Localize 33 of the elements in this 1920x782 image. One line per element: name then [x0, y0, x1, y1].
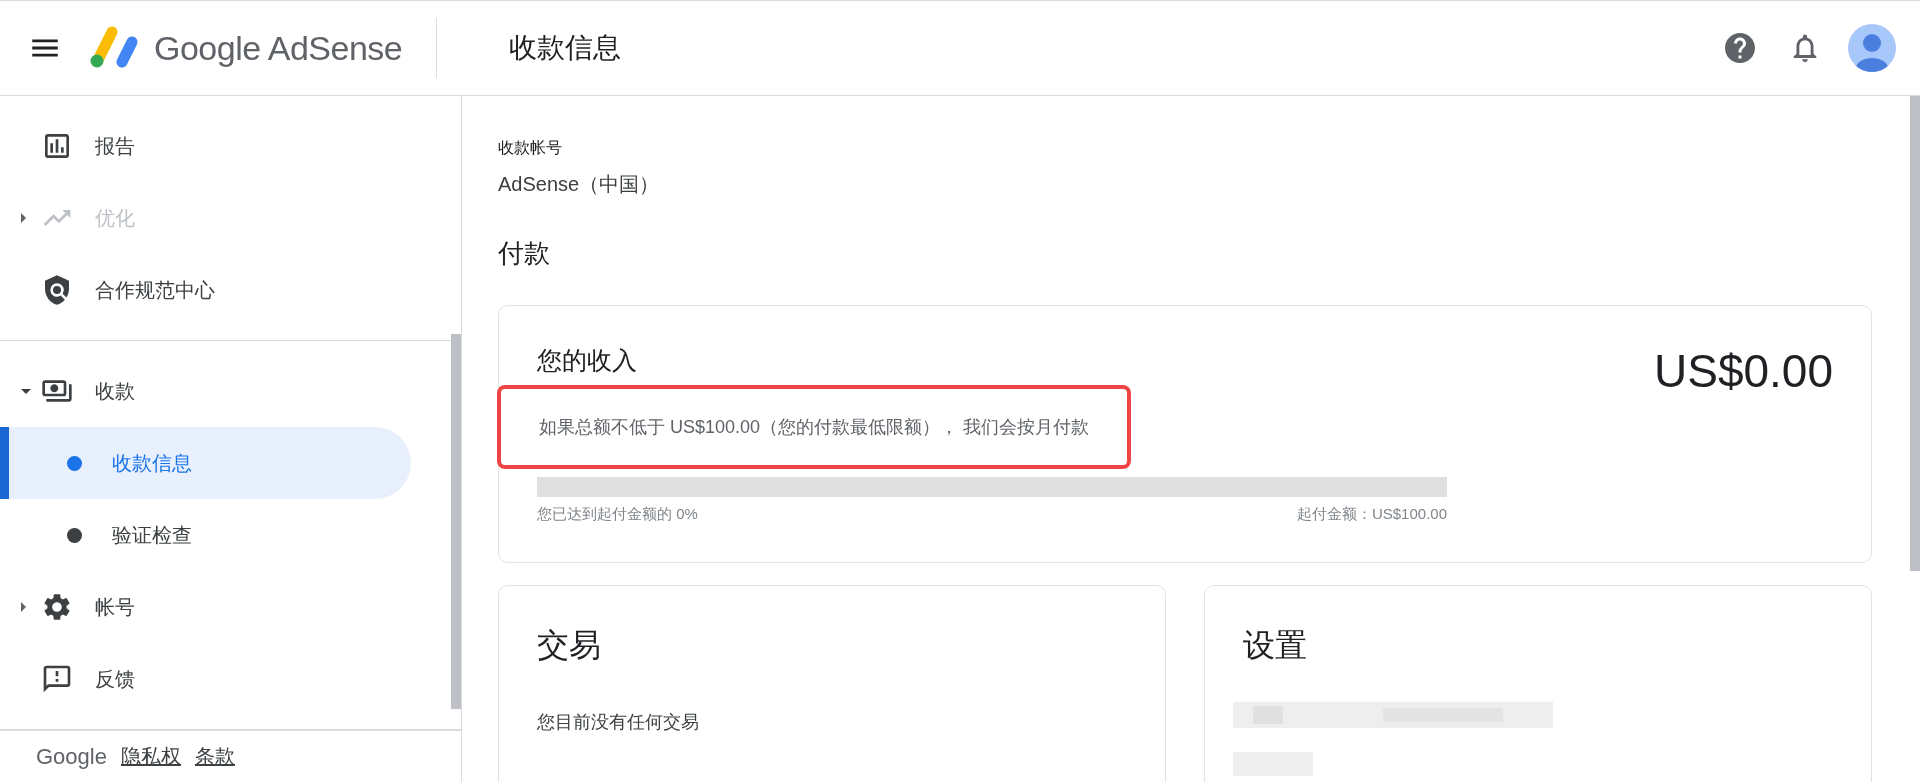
caret-icon	[21, 602, 26, 613]
sidebar-item[interactable]: 收款	[0, 355, 411, 428]
scrollbar-thumb[interactable]	[451, 334, 461, 709]
payment-description: 如果总额不低于 US$100.00（您的付款最低限额）， 我们会按月付款	[497, 385, 1132, 469]
google-wordmark: Google	[36, 743, 107, 770]
help-button[interactable]	[1722, 30, 1758, 66]
threshold-label: 起付金额：US$100.00	[1296, 505, 1447, 524]
progress-label: 您已达到起付金额的 0%	[537, 505, 698, 524]
section-heading: 付款	[498, 237, 551, 270]
account-value: AdSense（中国）	[498, 172, 661, 197]
card-title: 交易	[537, 626, 602, 665]
card-title: 您的收入	[537, 345, 638, 376]
earnings-amount: US$0.00	[1654, 344, 1833, 399]
account-label: 收款帐号	[498, 138, 563, 158]
footer-link[interactable]: 条款	[194, 743, 235, 771]
bullet-icon	[67, 455, 82, 471]
adsense-logo-icon	[88, 26, 140, 70]
scrollbar-thumb[interactable]	[1910, 96, 1920, 571]
sidebar-item[interactable]: 合作规范中心	[0, 254, 411, 326]
sidebar-item[interactable]: 报告	[0, 110, 411, 182]
card-title: 设置	[1243, 626, 1308, 665]
empty-message: 您目前没有任何交易	[537, 711, 700, 734]
sidebar-subitem[interactable]: 验证检查	[0, 499, 411, 572]
caret-icon	[21, 388, 31, 394]
footer-link[interactable]: 隐私权	[120, 743, 181, 771]
page-title: 收款信息	[509, 31, 623, 65]
caret-icon	[21, 213, 26, 223]
sidebar-item[interactable]: 帐号	[0, 571, 411, 644]
sidebar-subitem[interactable]: 收款信息	[0, 427, 411, 500]
avatar-button[interactable]	[1848, 24, 1896, 72]
bullet-icon	[67, 527, 82, 543]
sidebar-item[interactable]: 反馈	[0, 643, 411, 716]
product-name: Google AdSense	[154, 28, 403, 68]
